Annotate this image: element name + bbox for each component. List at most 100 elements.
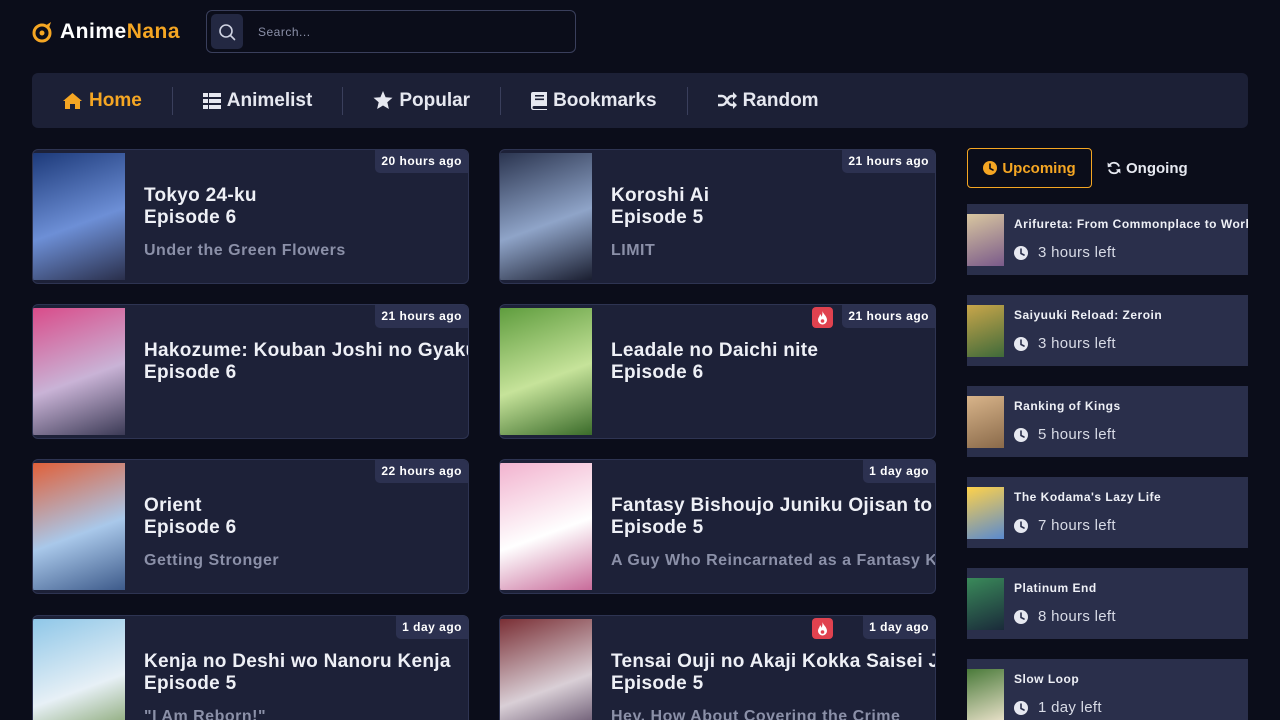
episode-number: Episode 5 — [144, 673, 237, 694]
episode-card[interactable]: 1 day ago Kenja no Deshi wo Nanoru Kenja E… — [32, 615, 469, 720]
nav-home[interactable]: Home — [62, 90, 142, 112]
episode-number: Episode 5 — [611, 673, 704, 694]
episode-title[interactable]: Tensai Ouji no Akaji Kokka Saisei Jutsu — [611, 651, 935, 673]
nav-divider — [686, 86, 688, 115]
episode-card[interactable]: 21 hours ago Hakozume: Kouban Joshi no Gy… — [32, 304, 469, 439]
clock-icon — [1014, 427, 1028, 442]
upcoming-time-left: 5 hours left — [1038, 426, 1116, 443]
upcoming-title: Ranking of Kings — [1014, 399, 1121, 413]
episode-subtitle: "I Am Reborn!" — [144, 708, 267, 720]
clock-icon — [983, 161, 998, 175]
upcoming-thumbnail — [967, 214, 1004, 266]
episode-number: Episode 6 — [144, 517, 237, 538]
list-icon — [202, 92, 221, 109]
episode-card[interactable]: 1 day ago Tensai Ouji no Akaji Kokka Sais… — [499, 615, 936, 720]
nav-animelist[interactable]: Animelist — [202, 89, 313, 112]
episode-number: Episode 6 — [611, 362, 704, 383]
search-input[interactable] — [258, 24, 558, 39]
clock-icon — [1014, 518, 1028, 533]
upcoming-time-left: 3 hours left — [1038, 335, 1116, 352]
search-icon — [219, 23, 236, 40]
nav-divider — [342, 86, 344, 115]
episode-subtitle: Getting Stronger — [144, 552, 280, 569]
upcoming-thumbnail — [967, 305, 1004, 357]
episode-card[interactable]: 1 day ago Fantasy Bishoujo Juniku Ojisan … — [499, 459, 936, 594]
clock-icon — [1014, 609, 1028, 624]
episode-title[interactable]: Fantasy Bishoujo Juniku Ojisan to — [611, 495, 932, 517]
episode-thumbnail[interactable] — [33, 153, 125, 280]
nav-random-label: Random — [742, 89, 819, 111]
upcoming-countdown: 3 hours left — [1014, 244, 1116, 261]
upcoming-item[interactable]: Platinum End 8 hours left — [967, 568, 1248, 639]
episode-title[interactable]: Koroshi Ai — [611, 185, 709, 207]
episode-time: 21 hours ago — [375, 305, 468, 328]
episode-thumbnail[interactable] — [500, 619, 592, 720]
nav-bookmarks[interactable]: Bookmarks — [531, 90, 657, 112]
tab-ongoing-label: Ongoing — [1126, 159, 1188, 177]
clock-icon — [1014, 245, 1028, 260]
episode-thumbnail[interactable] — [33, 308, 125, 435]
episode-number: Episode 6 — [144, 207, 237, 228]
episode-thumbnail[interactable] — [500, 308, 592, 435]
upcoming-time-left: 8 hours left — [1038, 608, 1116, 625]
nav-popular[interactable]: Popular — [373, 90, 470, 112]
episode-time: 21 hours ago — [842, 305, 935, 328]
upcoming-title: Saiyuuki Reload: Zeroin — [1014, 308, 1163, 322]
nav-bookmarks-label: Bookmarks — [553, 89, 657, 111]
episode-card[interactable]: 21 hours ago Koroshi Ai Episode 5 LIMIT — [499, 149, 936, 284]
logo-text: AnimeNana — [60, 20, 180, 44]
upcoming-item[interactable]: Slow Loop 1 day left — [967, 659, 1248, 720]
upcoming-item[interactable]: Arifureta: From Commonplace to World's S… — [967, 204, 1248, 275]
episode-title[interactable]: Hakozume: Kouban Joshi no Gyakushuu — [144, 340, 468, 362]
site-logo[interactable]: AnimeNana — [32, 18, 180, 46]
episode-card[interactable]: 21 hours ago Leadale no Daichi nite Episod… — [499, 304, 936, 439]
episode-title[interactable]: Orient — [144, 495, 202, 517]
clock-icon — [1014, 700, 1028, 715]
logo-part-2: Nana — [126, 20, 181, 43]
upcoming-item[interactable]: The Kodama's Lazy Life 7 hours left — [967, 477, 1248, 548]
fire-icon — [818, 621, 827, 635]
upcoming-time-left: 7 hours left — [1038, 517, 1116, 534]
nav-random[interactable]: Random — [717, 89, 819, 112]
upcoming-thumbnail — [967, 487, 1004, 539]
upcoming-title: Platinum End — [1014, 581, 1097, 595]
nav-popular-label: Popular — [399, 89, 471, 111]
nav-animelist-label: Animelist — [226, 89, 313, 111]
episode-time: 20 hours ago — [375, 150, 468, 173]
episode-thumbnail[interactable] — [33, 463, 125, 590]
upcoming-countdown: 7 hours left — [1014, 517, 1116, 534]
main-nav: Home Animelist Popular Bookmarks Random — [32, 73, 1248, 128]
shuffle-icon — [717, 92, 737, 109]
upcoming-thumbnail — [967, 396, 1004, 448]
upcoming-countdown: 5 hours left — [1014, 426, 1116, 443]
episode-time: 22 hours ago — [375, 460, 468, 483]
logo-part-1: Anime — [60, 20, 127, 43]
episode-time: 1 day ago — [396, 616, 468, 639]
episode-card[interactable]: 22 hours ago Orient Episode 6 Getting Stron… — [32, 459, 469, 594]
episode-subtitle: LIMIT — [611, 242, 656, 259]
episode-card[interactable]: 20 hours ago Tokyo 24-ku Episode 6 Under th… — [32, 149, 469, 284]
tab-upcoming[interactable]: Upcoming — [967, 148, 1092, 188]
tab-ongoing[interactable]: Ongoing — [1107, 148, 1188, 188]
episode-thumbnail[interactable] — [33, 619, 125, 720]
upcoming-item[interactable]: Ranking of Kings 5 hours left — [967, 386, 1248, 457]
episode-title[interactable]: Kenja no Deshi wo Nanoru Kenja — [144, 651, 451, 673]
upcoming-countdown: 3 hours left — [1014, 335, 1116, 352]
upcoming-item[interactable]: Saiyuuki Reload: Zeroin 3 hours left — [967, 295, 1248, 366]
upcoming-time-left: 3 hours left — [1038, 244, 1116, 261]
episode-title[interactable]: Leadale no Daichi nite — [611, 340, 818, 362]
episode-number: Episode 6 — [144, 362, 237, 383]
episode-subtitle: Hey, How About Covering the Crime — [611, 708, 901, 720]
upcoming-title: Slow Loop — [1014, 672, 1080, 686]
search-bar — [206, 10, 576, 53]
search-button[interactable] — [211, 14, 243, 49]
hot-badge — [812, 307, 833, 328]
episode-thumbnail[interactable] — [500, 463, 592, 590]
home-icon — [63, 92, 82, 109]
episode-thumbnail[interactable] — [500, 153, 592, 280]
nav-home-label: Home — [89, 89, 142, 111]
episode-title[interactable]: Tokyo 24-ku — [144, 185, 257, 207]
upcoming-thumbnail — [967, 669, 1004, 720]
nav-divider — [500, 86, 502, 115]
episode-time: 1 day ago — [863, 460, 935, 483]
